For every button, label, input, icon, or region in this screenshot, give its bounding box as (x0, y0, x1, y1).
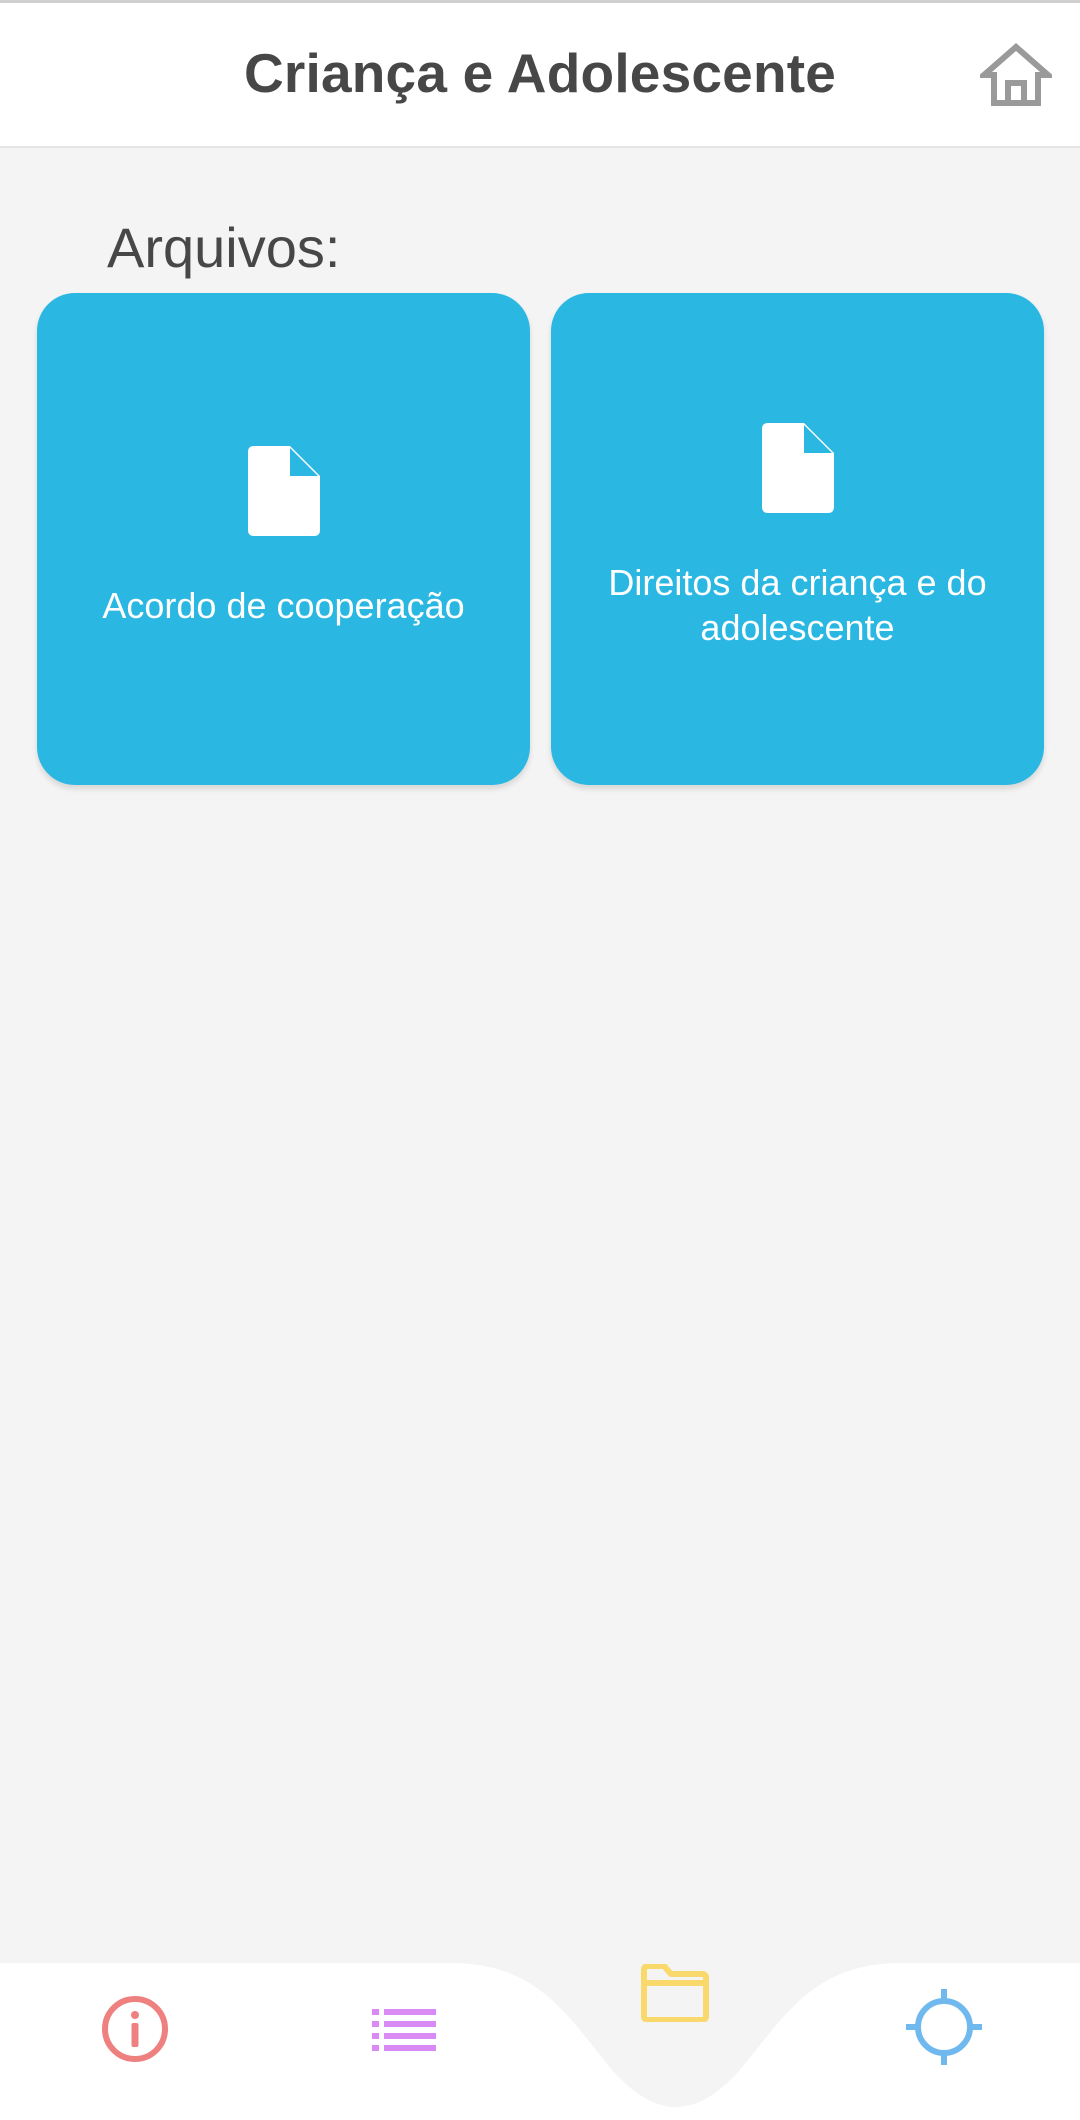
info-icon (102, 1996, 168, 2062)
nav-list-button[interactable] (372, 2007, 436, 2051)
page-title: Criança e Adolescente (243, 42, 837, 104)
home-button[interactable] (976, 43, 1056, 107)
file-card-label: Direitos da criança e do adolescente (608, 562, 987, 648)
nav-locate-button[interactable] (906, 1989, 982, 2065)
file-card-acordo[interactable]: Acordo de cooperação (37, 293, 530, 785)
nav-files-button[interactable] (614, 1932, 736, 2054)
bottom-navigation (0, 1932, 1080, 2120)
nav-info-button[interactable] (101, 1995, 169, 2063)
folder-icon (641, 1964, 709, 2022)
document-icon (247, 446, 320, 536)
home-icon (976, 43, 1056, 106)
list-icon (372, 2009, 436, 2051)
app-header: Criança e Adolescente (0, 0, 1080, 148)
crosshair-icon (906, 1989, 982, 2065)
screen: Criança e Adolescente Arquivos: Acordo d… (0, 0, 1080, 2120)
file-card-direitos[interactable]: Direitos da criança e do adolescente (551, 293, 1044, 785)
section-label: Arquivos: (107, 216, 341, 279)
file-card-label: Acordo de cooperação (102, 585, 465, 626)
document-icon (761, 423, 834, 513)
